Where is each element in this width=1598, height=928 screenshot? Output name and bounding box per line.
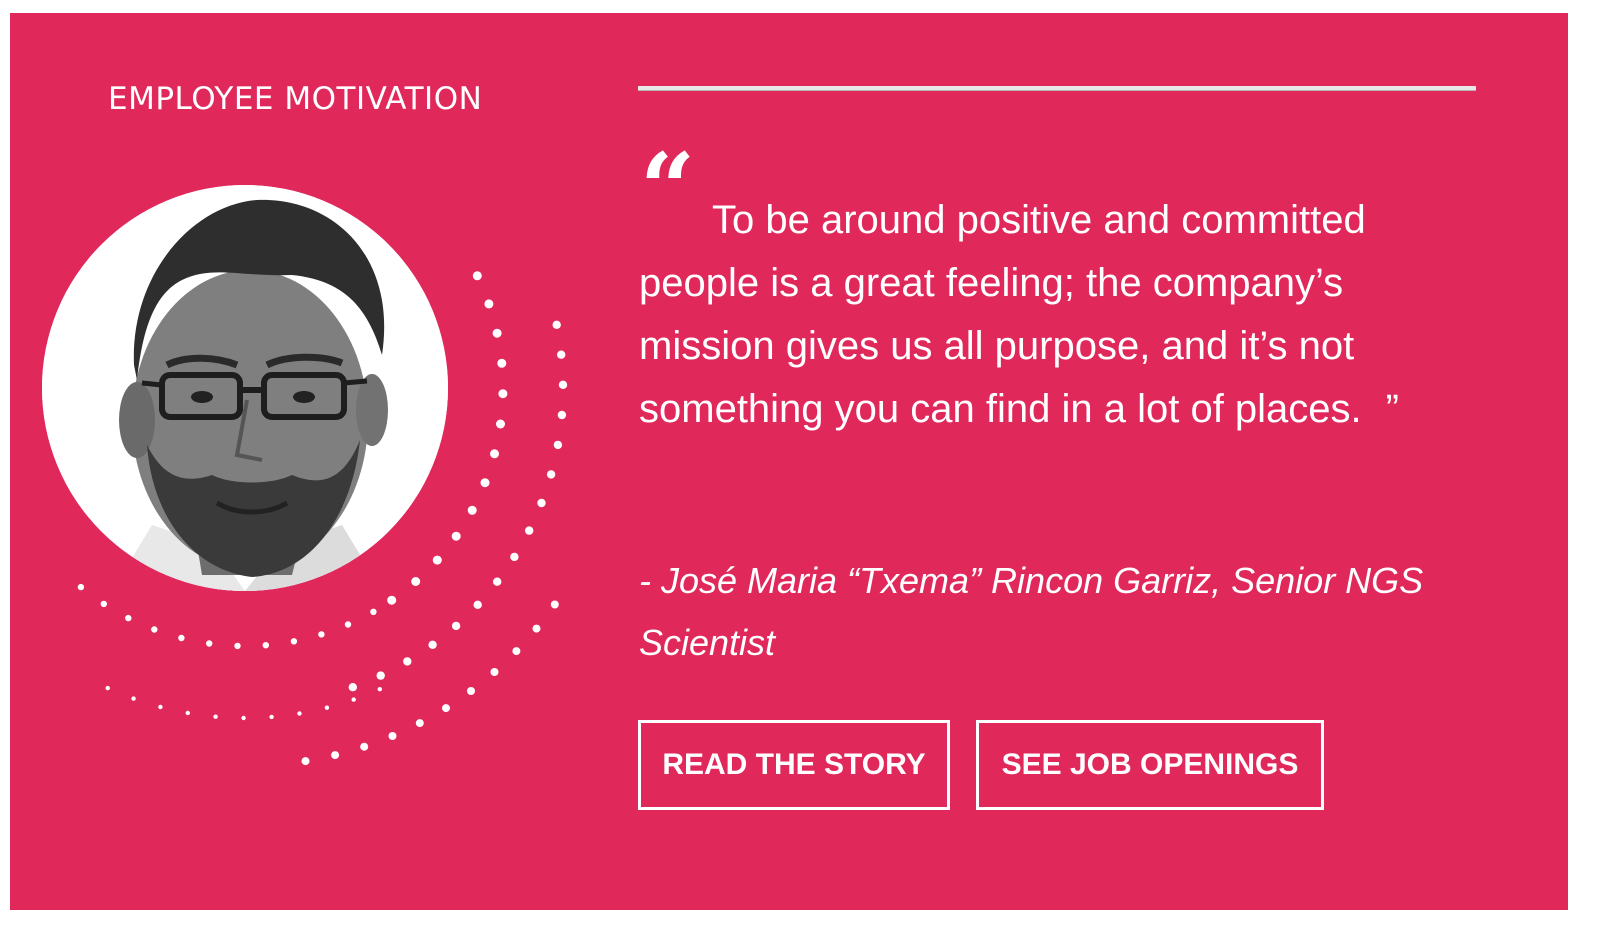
decorative-dot — [318, 631, 325, 638]
decorative-dot — [557, 350, 566, 359]
decorative-dot — [206, 640, 213, 647]
decorative-dot — [241, 715, 246, 721]
decorative-dot — [344, 621, 352, 628]
decorative-dot — [432, 555, 442, 565]
decorative-dot — [467, 505, 477, 515]
decorative-dot — [451, 621, 461, 631]
quote-body: To be around positive and committed peop… — [639, 198, 1366, 431]
see-job-openings-button[interactable]: SEE JOB OPENINGS — [976, 720, 1324, 810]
decorative-dot — [525, 526, 534, 535]
decorative-dot — [442, 704, 450, 713]
decorative-dot — [496, 419, 505, 429]
close-quote-mark: ” — [1385, 387, 1399, 431]
decorative-dot — [297, 711, 302, 716]
decorative-dot — [493, 577, 502, 586]
decorative-dot — [490, 668, 499, 676]
decorative-dot — [557, 410, 567, 420]
decorative-dot — [351, 697, 356, 702]
decorative-dot — [301, 757, 310, 766]
decorative-dot — [498, 389, 508, 399]
decorative-dot — [77, 583, 85, 591]
decorative-dot — [510, 552, 519, 562]
decorative-dot — [376, 671, 385, 680]
decorative-dot — [451, 531, 461, 541]
decorative-dot — [387, 595, 397, 605]
quote-attribution: - José Maria “Txema” Rincon Garriz, Seni… — [639, 560, 1424, 663]
decorative-dot — [377, 687, 382, 692]
decorative-dot — [100, 600, 108, 608]
top-divider — [638, 86, 1476, 91]
decorative-dot — [472, 271, 482, 281]
decorative-dot — [411, 577, 421, 586]
decorative-dot — [553, 440, 563, 450]
decorative-dot — [234, 642, 241, 650]
decorative-dot — [262, 642, 269, 649]
decorative-dot — [473, 600, 482, 609]
decorative-dot — [550, 600, 559, 609]
decorative-dot — [370, 608, 377, 615]
decorative-dot — [546, 470, 556, 479]
decorative-dot — [428, 640, 437, 649]
decorative-dot — [558, 380, 568, 389]
decorative-dot — [105, 685, 110, 691]
decorative-dot — [324, 705, 330, 710]
decorative-dot — [185, 710, 190, 716]
decorative-dot — [480, 478, 490, 488]
decorative-dot — [388, 732, 397, 740]
decorative-dot — [131, 696, 136, 701]
section-label: EMPLOYEE MOTIVATION — [108, 81, 483, 117]
decorative-dot — [532, 624, 541, 633]
decorative-dot — [125, 614, 132, 622]
decorative-dot — [490, 449, 499, 459]
decorative-dot — [484, 299, 494, 309]
decorative-dot — [331, 751, 340, 760]
decorative-dot — [403, 657, 412, 666]
decorative-dot — [497, 358, 507, 368]
decorative-dot — [537, 498, 546, 508]
decorative-dot — [467, 687, 475, 695]
decorative-dot — [290, 638, 298, 645]
decorative-dot — [151, 626, 158, 633]
decorative-dot — [492, 328, 502, 338]
decorative-dot — [512, 647, 521, 656]
testimonial-panel: EMPLOYEE MOTIVATION “ To be around posit… — [10, 13, 1568, 910]
read-story-button[interactable]: READ THE STORY — [638, 720, 950, 810]
decorative-dot — [178, 634, 185, 642]
quote-text: To be around positive and committed peop… — [639, 189, 1489, 441]
decorative-dot — [158, 704, 163, 710]
decorative-dot — [360, 742, 369, 751]
decorative-dot — [213, 714, 218, 719]
decorative-dot — [269, 714, 274, 720]
decorative-dot — [348, 683, 357, 692]
employee-portrait — [42, 185, 448, 591]
decorative-dot — [552, 320, 561, 329]
decorative-dot — [415, 719, 424, 728]
